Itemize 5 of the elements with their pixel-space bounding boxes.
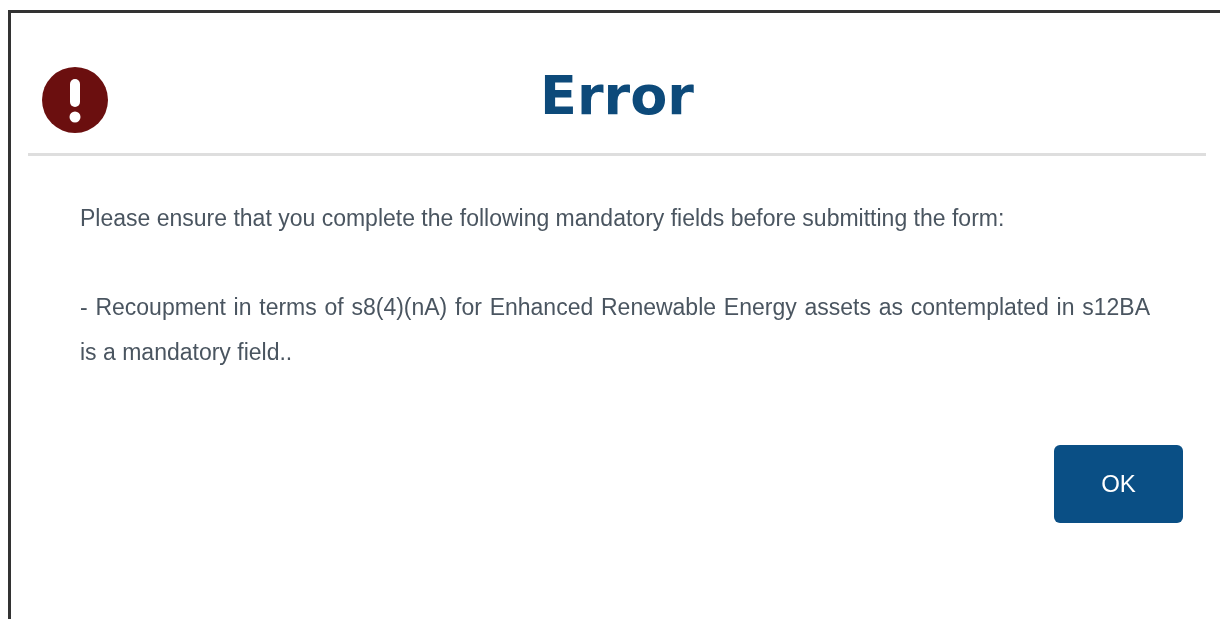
ok-button[interactable]: OK (1054, 445, 1183, 523)
error-icon (42, 67, 108, 133)
message-text: - Recoupment in terms of s8(4)(nA) for Enhanced Renewable Energy assets as contemplated in s12BA is a mandatory field.. (80, 293, 1150, 367)
dialog-title: Error (540, 62, 694, 127)
message-text: Please ensure that you complete the following mandatory fields before submitting the form: (80, 204, 1006, 233)
